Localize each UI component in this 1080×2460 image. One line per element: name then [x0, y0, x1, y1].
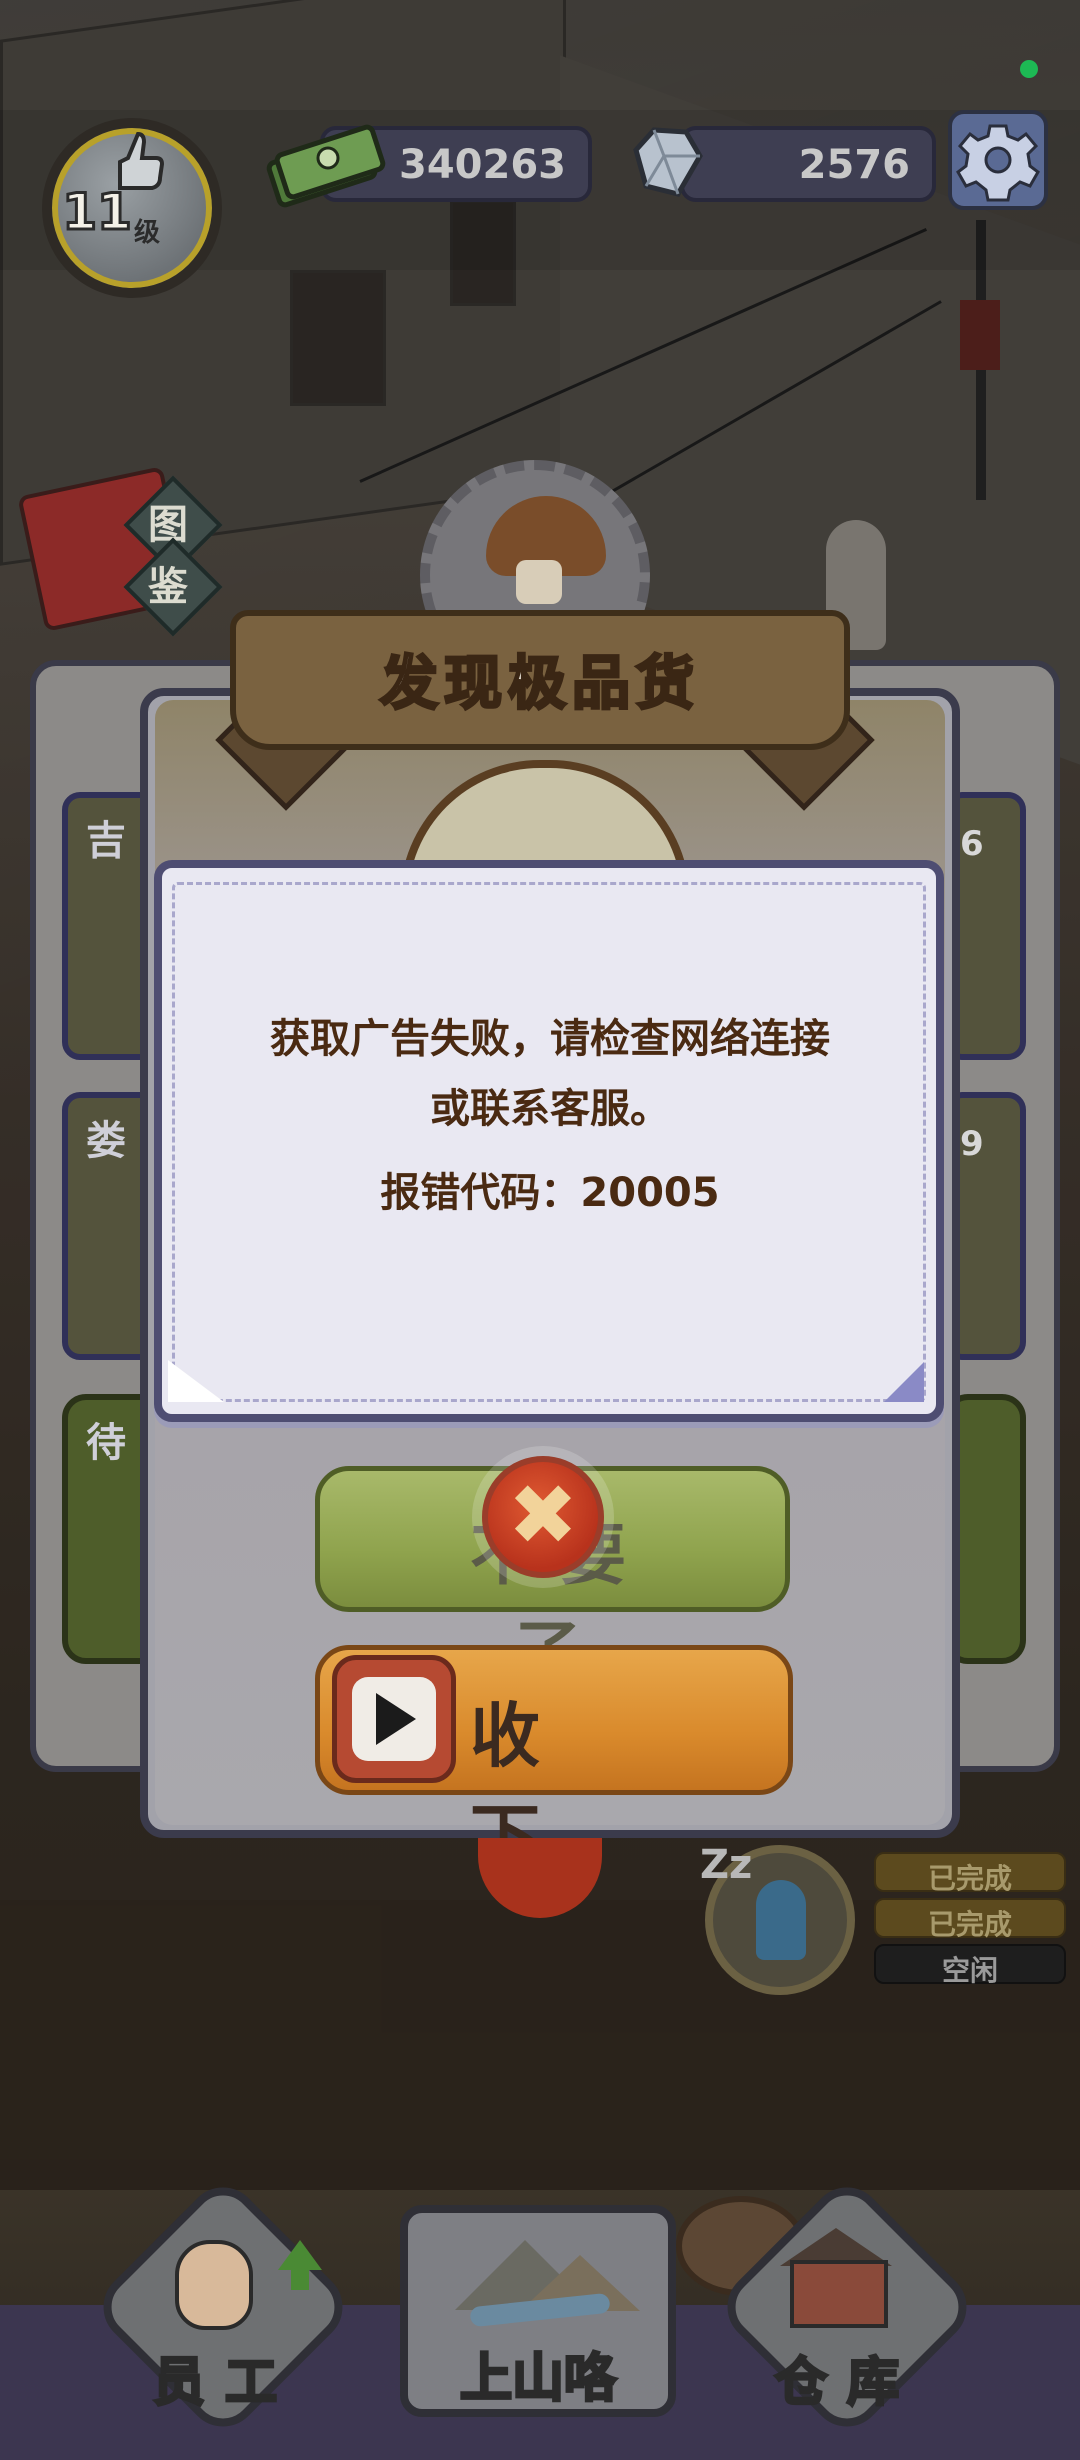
worker-figure-icon: [756, 1880, 806, 1960]
page-fold-corner: [884, 1362, 924, 1402]
status-chip-completed: 已完成: [874, 1852, 1066, 1895]
task-slot-left-2-tag: 娄: [86, 1118, 126, 1164]
close-icon: ✖: [507, 1466, 579, 1564]
ad-error-message-line1: 获取广告失败，请检查网络连接: [270, 1016, 830, 1062]
nav-staff-label: 员工: [151, 2352, 297, 2415]
gem-counter[interactable]: 2576: [680, 126, 936, 202]
encyclopedia-char-2: 鉴: [148, 564, 188, 610]
sleeping-indicator: Zz: [700, 1842, 753, 1888]
online-status-dot: [1020, 60, 1038, 78]
status-chip-completed: 已完成: [874, 1898, 1066, 1941]
task-slot-left-1-tag: 吉: [86, 818, 126, 864]
status-chip-idle: 空闲: [874, 1944, 1066, 1987]
page-fold-corner: [168, 1360, 224, 1402]
player-level-unit: 级: [134, 218, 161, 248]
ad-error-message: 获取广告失败，请检查网络连接 或联系客服。: [180, 1004, 920, 1144]
reward-title: 发现极品货: [378, 648, 700, 719]
upgrade-arrow-stem: [291, 2268, 309, 2290]
gem-amount: 2576: [798, 142, 910, 188]
ad-error-code: 报错代码：20005: [380, 1170, 720, 1216]
cash-amount: 340263: [399, 142, 566, 188]
task-slot-right-1-badge: 6: [960, 824, 984, 864]
play-icon: [376, 1693, 416, 1745]
player-level-number: 11: [61, 182, 134, 243]
upgrade-arrow-icon: [278, 2240, 322, 2270]
nav-mountain-label: 上山咯: [458, 2348, 617, 2411]
gear-icon: [956, 124, 1040, 202]
staff-avatar-icon: [175, 2240, 253, 2330]
task-slot-left-3-tag: 待: [86, 1420, 126, 1466]
task-slot-right-2-badge: 9: [960, 1124, 984, 1164]
warehouse-icon: [790, 2260, 888, 2328]
diamond-gem-icon: [624, 120, 708, 208]
mushroom-stem: [516, 560, 562, 604]
settings-button[interactable]: [948, 110, 1048, 210]
ad-error-message-line2: 或联系客服。: [430, 1086, 670, 1132]
cash-stack-icon: [266, 118, 386, 212]
nav-warehouse-label: 仓库: [773, 2352, 919, 2415]
